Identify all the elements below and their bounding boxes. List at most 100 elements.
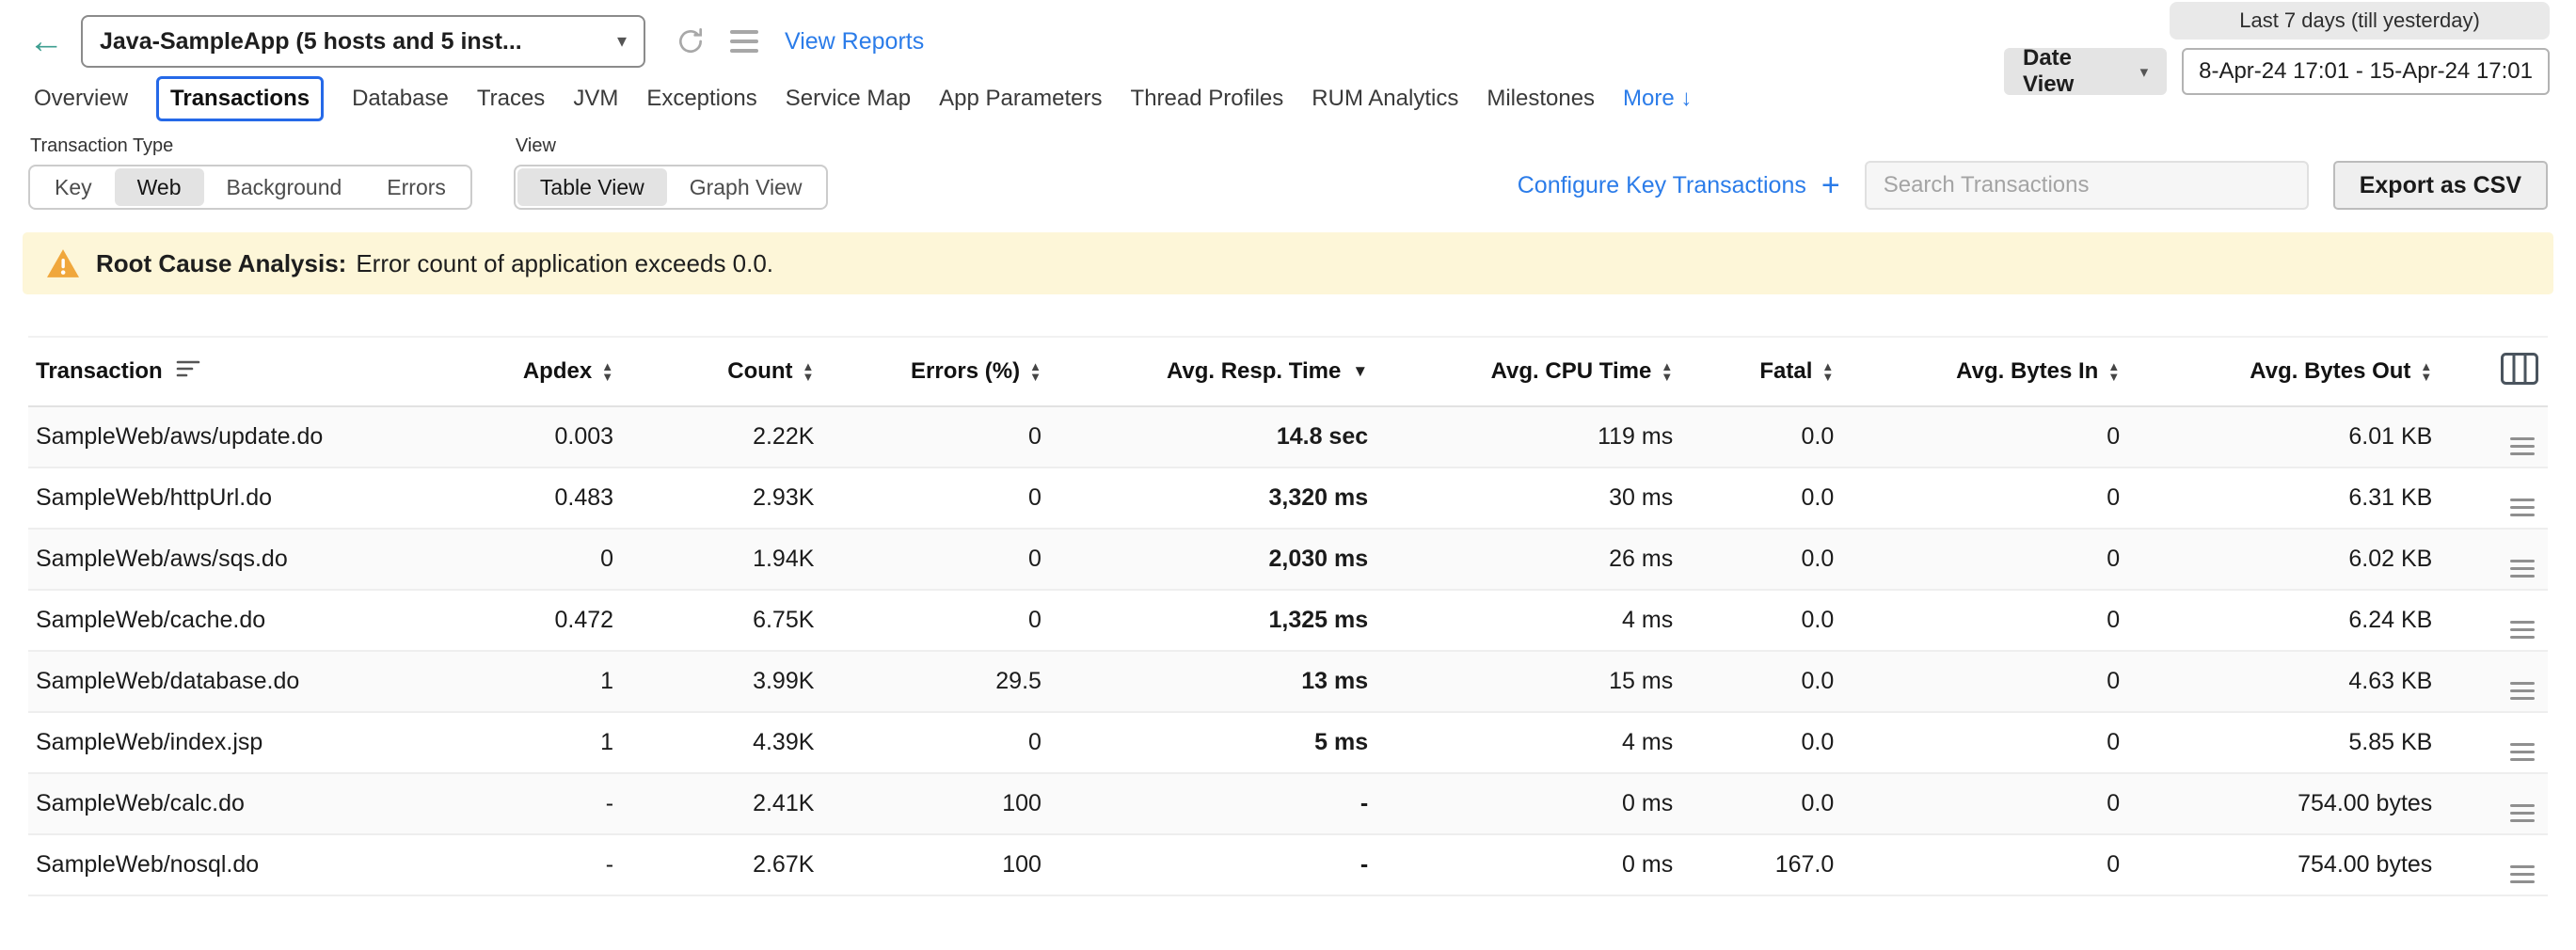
view-control: Table ViewGraph View <box>514 165 829 210</box>
cell-fatal: 0.0 <box>1693 712 1854 773</box>
cell-avg-cpu-time: 119 ms <box>1389 406 1693 467</box>
refresh-icon[interactable] <box>676 26 706 56</box>
cell-avg-bytes-in: 0 <box>1854 773 2140 834</box>
transaction-type-label: Transaction Type <box>28 135 472 157</box>
cell-avg-bytes-out: 754.00 bytes <box>2140 773 2453 834</box>
banner-text: Root Cause Analysis: Error count of appl… <box>96 249 773 278</box>
cell-avg-bytes-in: 0 <box>1854 590 2140 651</box>
transaction-type-option-key[interactable]: Key <box>32 168 115 206</box>
cell-avg-bytes-out: 6.31 KB <box>2140 467 2453 529</box>
row-actions-icon[interactable] <box>2510 499 2535 516</box>
app-selector-dropdown[interactable]: Java-SampleApp (5 hosts and 5 inst... ▾ <box>81 15 645 68</box>
col-header-fatal[interactable]: Fatal▲▼ <box>1693 337 1854 406</box>
cell-fatal: 0.0 <box>1693 467 1854 529</box>
tab-database[interactable]: Database <box>352 86 449 112</box>
app-selector-value: Java-SampleApp (5 hosts and 5 inst... <box>100 28 522 55</box>
transaction-name[interactable]: SampleWeb/httpUrl.do <box>28 467 473 529</box>
transaction-type-option-web[interactable]: Web <box>115 168 204 206</box>
transaction-name[interactable]: SampleWeb/database.do <box>28 651 473 712</box>
transaction-name[interactable]: SampleWeb/nosql.do <box>28 834 473 895</box>
transaction-type-option-errors[interactable]: Errors <box>364 168 469 206</box>
cell-avg-bytes-in: 0 <box>1854 712 2140 773</box>
back-icon[interactable]: ← <box>28 24 64 59</box>
cell-errors-pct: 0 <box>835 406 1062 467</box>
transaction-type-control: KeyWebBackgroundErrors <box>28 165 472 210</box>
row-actions-icon[interactable] <box>2510 865 2535 883</box>
view-option-graph-view[interactable]: Graph View <box>667 168 825 206</box>
transaction-name[interactable]: SampleWeb/aws/update.do <box>28 406 473 467</box>
column-picker-header[interactable] <box>2453 337 2548 406</box>
cell-fatal: 0.0 <box>1693 406 1854 467</box>
tab-exceptions[interactable]: Exceptions <box>646 86 756 112</box>
tab-thread-profiles[interactable]: Thread Profiles <box>1131 86 1284 112</box>
col-header-transaction[interactable]: Transaction <box>28 337 473 406</box>
transaction-name[interactable]: SampleWeb/index.jsp <box>28 712 473 773</box>
row-actions-icon[interactable] <box>2510 743 2535 761</box>
cell-count: 3.99K <box>634 651 835 712</box>
cell-avg-bytes-in: 0 <box>1854 467 2140 529</box>
date-range-display[interactable]: 8-Apr-24 17:01 - 15-Apr-24 17:01 <box>2182 48 2550 95</box>
cell-avg-bytes-in: 0 <box>1854 651 2140 712</box>
row-actions-cell <box>2453 529 2548 590</box>
cell-fatal: 0.0 <box>1693 529 1854 590</box>
search-transactions-input[interactable] <box>1865 161 2309 210</box>
cell-count: 2.22K <box>634 406 835 467</box>
sort-icon: ▲▼ <box>2107 361 2120 382</box>
tab-app-parameters[interactable]: App Parameters <box>939 86 1102 112</box>
cell-apdex: - <box>473 773 634 834</box>
cell-apdex: - <box>473 834 634 895</box>
transaction-name[interactable]: SampleWeb/aws/sqs.do <box>28 529 473 590</box>
col-header-avg-cpu-time[interactable]: Avg. CPU Time▲▼ <box>1389 337 1693 406</box>
transaction-type-option-background[interactable]: Background <box>204 168 365 206</box>
row-actions-cell <box>2453 651 2548 712</box>
column-label: Avg. Resp. Time <box>1167 358 1341 385</box>
cell-avg-cpu-time: 30 ms <box>1389 467 1693 529</box>
date-view-label: Date View <box>2023 45 2129 98</box>
col-header-errors[interactable]: Errors (%)▲▼ <box>835 337 1062 406</box>
column-picker-icon[interactable] <box>2501 353 2538 385</box>
transaction-row: SampleWeb/database.do13.99K29.513 ms15 m… <box>28 651 2548 712</box>
view-reports-link[interactable]: View Reports <box>785 28 924 55</box>
row-actions-cell <box>2453 467 2548 529</box>
plus-icon[interactable]: + <box>1821 169 1840 201</box>
transaction-name[interactable]: SampleWeb/calc.do <box>28 773 473 834</box>
cell-fatal: 0.0 <box>1693 651 1854 712</box>
row-actions-cell <box>2453 712 2548 773</box>
col-header-count[interactable]: Count▲▼ <box>634 337 835 406</box>
view-option-table-view[interactable]: Table View <box>517 168 667 206</box>
list-menu-icon[interactable] <box>730 30 758 53</box>
cell-fatal: 0.0 <box>1693 590 1854 651</box>
row-actions-icon[interactable] <box>2510 560 2535 578</box>
export-csv-button[interactable]: Export as CSV <box>2333 161 2548 210</box>
col-header-avg-bytes-out[interactable]: Avg. Bytes Out▲▼ <box>2140 337 2453 406</box>
cell-avg-resp-time: 5 ms <box>1062 712 1389 773</box>
configure-key-transactions-link[interactable]: Configure Key Transactions + <box>1518 169 1840 201</box>
tab-transactions[interactable]: Transactions <box>156 76 324 121</box>
cell-avg-resp-time: 3,320 ms <box>1062 467 1389 529</box>
tab-rum-analytics[interactable]: RUM Analytics <box>1312 86 1458 112</box>
col-header-avg-resp-time[interactable]: Avg. Resp. Time ▼ <box>1062 337 1389 406</box>
tab-milestones[interactable]: Milestones <box>1487 86 1595 112</box>
row-actions-icon[interactable] <box>2510 804 2535 822</box>
col-header-apdex[interactable]: Apdex▲▼ <box>473 337 634 406</box>
sort-icon: ▲▼ <box>1661 361 1673 382</box>
tab-service-map[interactable]: Service Map <box>786 86 911 112</box>
date-view-button[interactable]: Date View ▾ <box>2004 48 2167 95</box>
view-group: View Table ViewGraph View <box>514 135 829 210</box>
sorted-desc-icon: ▼ <box>1352 362 1368 381</box>
cell-count: 1.94K <box>634 529 835 590</box>
tab-jvm[interactable]: JVM <box>573 86 618 112</box>
tab-traces[interactable]: Traces <box>477 86 545 112</box>
transaction-name[interactable]: SampleWeb/cache.do <box>28 590 473 651</box>
cell-avg-resp-time: 13 ms <box>1062 651 1389 712</box>
transaction-filter-icon[interactable] <box>176 358 200 386</box>
row-actions-icon[interactable] <box>2510 621 2535 639</box>
row-actions-icon[interactable] <box>2510 437 2535 455</box>
cell-avg-cpu-time: 4 ms <box>1389 712 1693 773</box>
tab-more[interactable]: More ↓ <box>1623 86 1692 112</box>
date-row: Date View ▾ 8-Apr-24 17:01 - 15-Apr-24 1… <box>2004 48 2550 95</box>
cell-avg-cpu-time: 26 ms <box>1389 529 1693 590</box>
tab-overview[interactable]: Overview <box>34 86 128 112</box>
col-header-avg-bytes-in[interactable]: Avg. Bytes In▲▼ <box>1854 337 2140 406</box>
row-actions-icon[interactable] <box>2510 682 2535 700</box>
